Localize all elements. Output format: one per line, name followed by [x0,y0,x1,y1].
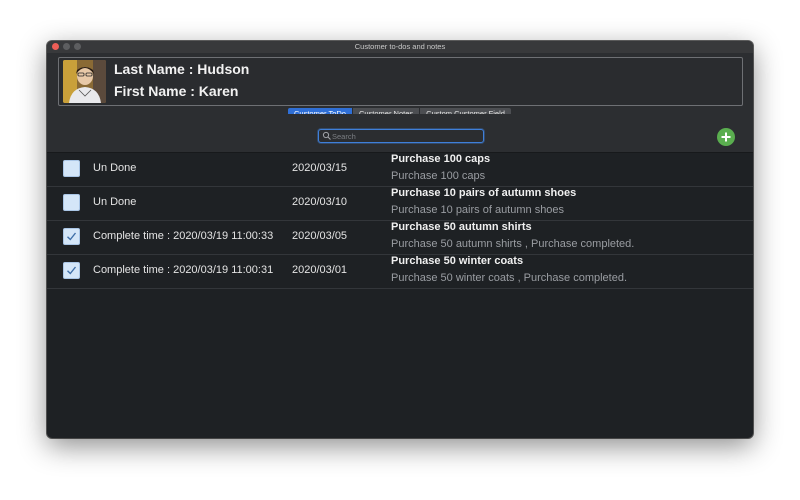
todo-date: 2020/03/15 [292,162,348,174]
todo-date: 2020/03/05 [292,230,348,242]
todo-description: Purchase 50 autumn shirts , Purchase com… [391,238,635,250]
todo-date: 2020/03/10 [292,196,348,208]
todo-row[interactable]: Complete time : 2020/03/19 11:00:33 2020… [47,221,753,255]
window-title: Customer to-dos and notes [354,42,446,51]
app-window: Customer to-dos and notes Last Name : Hu… [47,41,753,438]
plus-icon [721,132,731,142]
search-input[interactable] [332,130,477,142]
add-todo-button[interactable] [717,128,735,146]
todo-row[interactable]: Complete time : 2020/03/19 11:00:31 2020… [47,255,753,289]
todo-checkbox[interactable] [63,160,80,177]
todo-title: Purchase 50 winter coats [391,255,524,267]
todo-title: Purchase 50 autumn shirts [391,221,532,233]
todo-checkbox[interactable] [63,228,80,245]
todo-row[interactable]: Un Done 2020/03/10 Purchase 10 pairs of … [47,187,753,221]
customer-avatar [63,60,106,103]
customer-header: Last Name : Hudson First Name : Karen Cu… [47,53,753,120]
customer-card: Last Name : Hudson First Name : Karen [58,57,743,106]
todo-status: Un Done [93,162,137,174]
todo-row[interactable]: Un Done 2020/03/15 Purchase 100 caps Pur… [47,153,753,187]
search-icon [322,131,331,140]
todo-description: Purchase 50 winter coats , Purchase comp… [391,272,628,284]
todo-status: Un Done [93,196,137,208]
checkmark-icon [67,232,77,241]
todo-status: Complete time : 2020/03/19 11:00:31 [93,264,274,276]
search-box[interactable] [318,129,484,143]
todo-title: Purchase 10 pairs of autumn shoes [391,187,577,199]
todo-status: Complete time : 2020/03/19 11:00:33 [93,230,274,242]
todo-title: Purchase 100 caps [391,153,491,165]
todo-checkbox[interactable] [63,194,80,211]
todo-description: Purchase 100 caps [391,170,486,182]
toolbar [47,114,753,153]
first-name-label: First Name : Karen [114,83,239,99]
todo-date: 2020/03/01 [292,264,348,276]
todo-checkbox[interactable] [63,262,80,279]
last-name-label: Last Name : Hudson [114,61,250,77]
todo-description: Purchase 10 pairs of autumn shoes [391,204,565,216]
todo-list: Un Done 2020/03/15 Purchase 100 caps Pur… [47,153,753,289]
checkmark-icon [67,266,77,275]
